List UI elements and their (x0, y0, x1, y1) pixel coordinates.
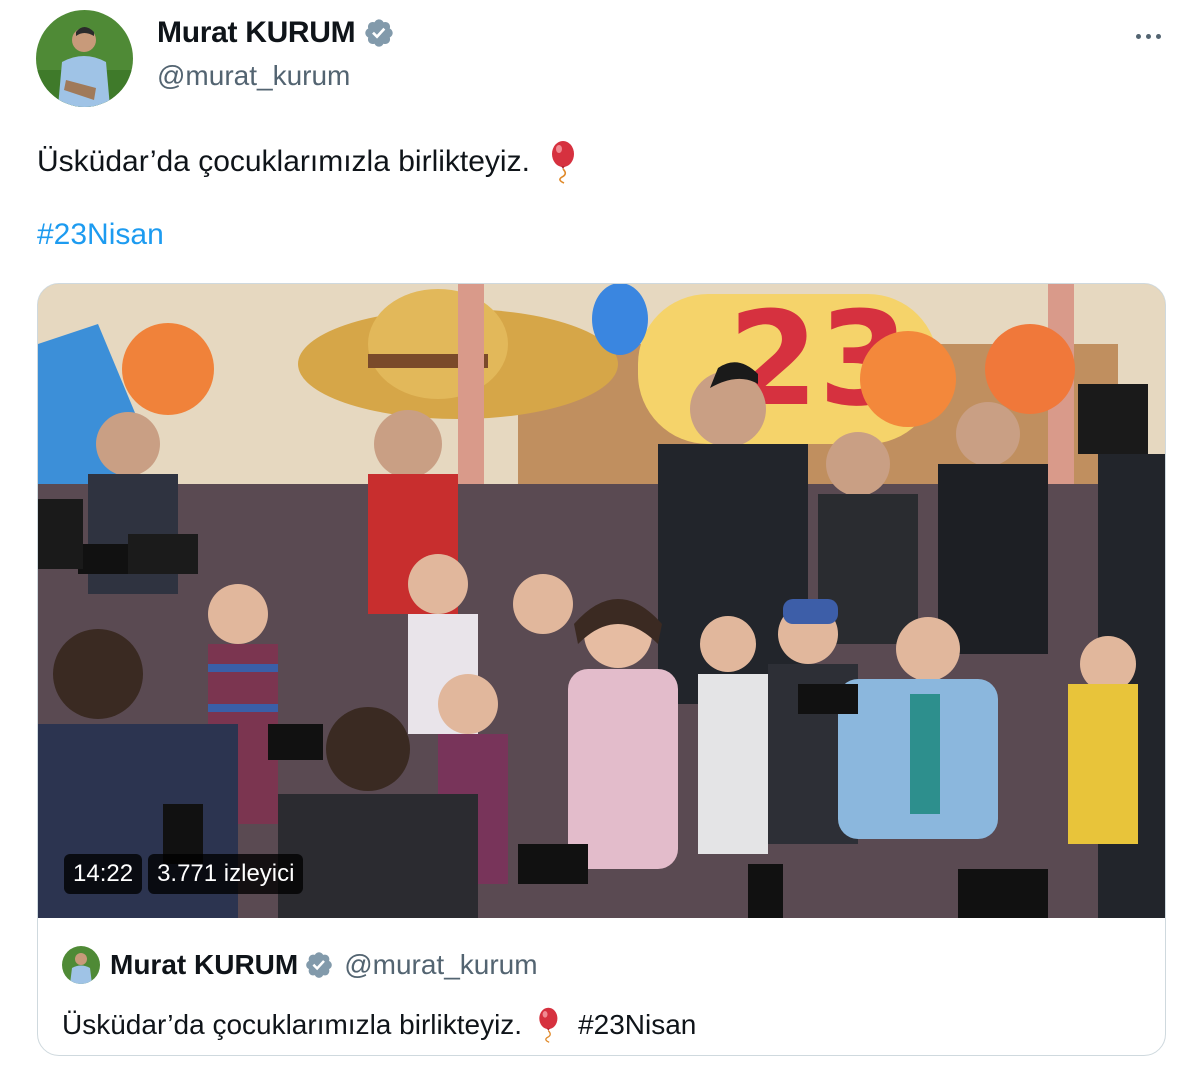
video-duration-badge: 14:22 (64, 854, 143, 894)
author-avatar[interactable] (36, 10, 133, 107)
quoted-author-name[interactable]: Murat KURUM (110, 949, 298, 981)
author-name-row: Murat KURUM (157, 16, 395, 50)
quoted-tweet-text-content: Üsküdar’da çocuklarımızla birlikteyiz. (62, 1009, 523, 1040)
tweet-text: Üsküdar’da çocuklarımızla birlikteyiz. (37, 140, 582, 184)
quoted-tweet-card[interactable]: 23 14:22 3.771 izleyici Murat KURUM @mur… (37, 283, 1166, 1056)
author-display-name[interactable]: Murat KURUM (157, 16, 356, 50)
verified-badge-icon[interactable] (363, 17, 395, 49)
author-handle[interactable]: @murat_kurum (157, 60, 350, 92)
live-video-media[interactable]: 23 14:22 3.771 izleyici (38, 284, 1165, 918)
video-overlay: 14:22 3.771 izleyici (64, 854, 304, 894)
video-frame-image: 23 (38, 284, 1165, 918)
tweet-container: Murat KURUM @murat_kurum Üsküdar’da çocu… (0, 0, 1200, 1092)
balloon-icon (548, 140, 582, 184)
quoted-tweet-text: Üsküdar’da çocuklarımızla birlikteyiz. #… (62, 1006, 1142, 1044)
more-dot-icon (1135, 33, 1141, 39)
more-dot-icon (1145, 33, 1151, 39)
quoted-tweet-header: Murat KURUM @murat_kurum (62, 942, 1142, 988)
balloon-icon (536, 1006, 564, 1044)
quoted-hashtag: #23Nisan (578, 1009, 697, 1040)
verified-badge-icon (304, 950, 334, 980)
more-dot-icon (1155, 33, 1161, 39)
quoted-author-handle[interactable]: @murat_kurum (344, 949, 537, 981)
quoted-tweet[interactable]: Murat KURUM @murat_kurum Üsküdar’da çocu… (62, 942, 1142, 1044)
viewer-count-badge: 3.771 izleyici (148, 854, 304, 894)
more-options-button[interactable] (1128, 20, 1168, 52)
quoted-author-avatar[interactable] (62, 946, 100, 984)
hashtag-link[interactable]: #23Nisan (37, 218, 164, 252)
tweet-text-content: Üsküdar’da çocuklarımızla birlikteyiz. (37, 145, 530, 178)
